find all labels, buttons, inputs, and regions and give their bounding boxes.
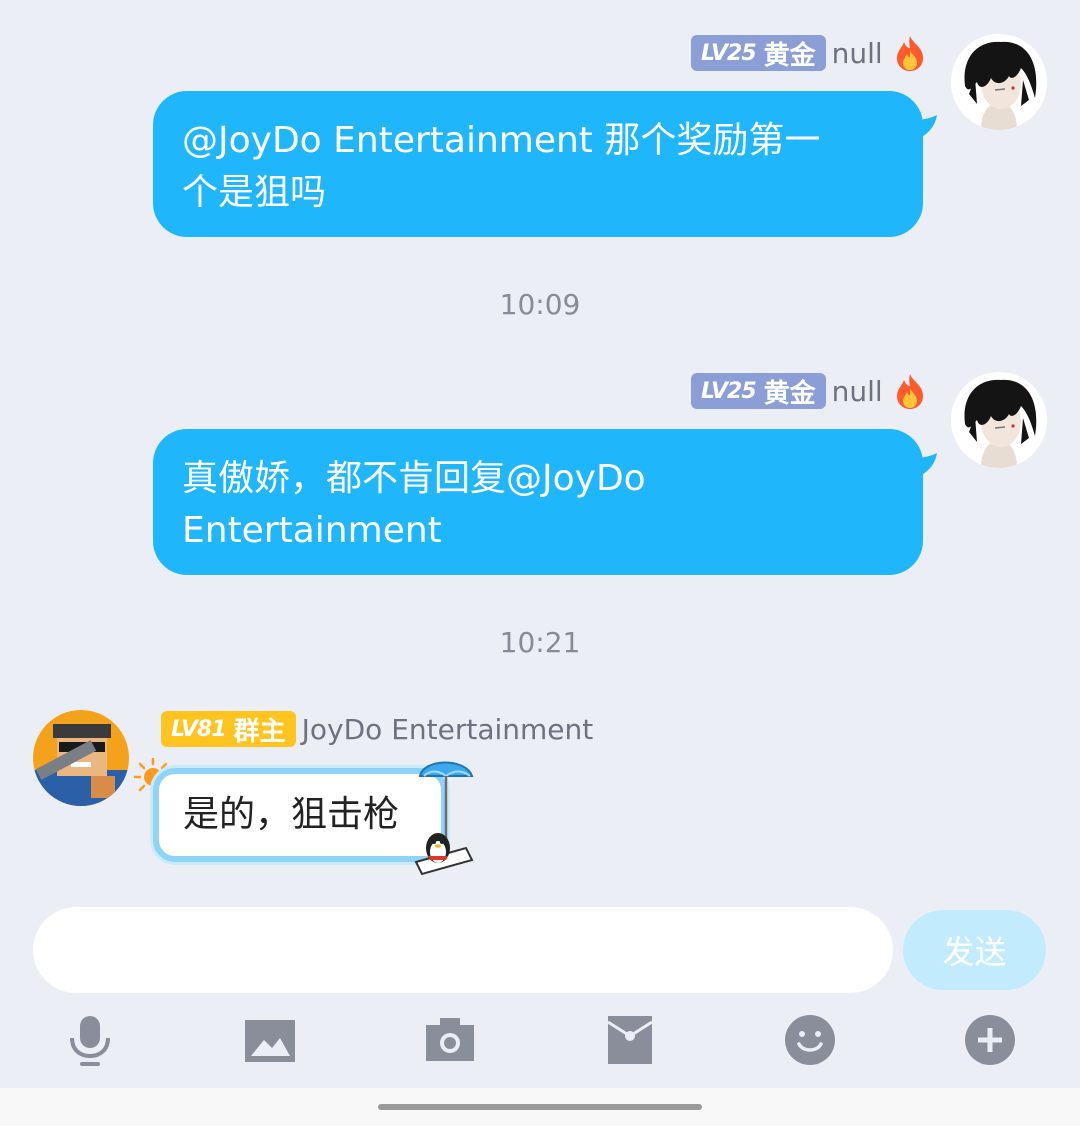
fire-icon <box>896 374 923 409</box>
avatar-anime-icon <box>951 372 1047 468</box>
sender-name[interactable]: null <box>832 375 883 408</box>
red-packet-button[interactable] <box>600 1010 660 1070</box>
fire-icon <box>896 36 923 71</box>
timestamp: 10:09 <box>499 288 581 321</box>
penguin-umbrella-icon <box>414 761 474 876</box>
level-number: LV81 <box>171 716 227 742</box>
level-badge: LV25 黄金 <box>691 373 826 409</box>
avatar[interactable] <box>951 372 1047 468</box>
message-text-line: 个是狙吗 <box>182 172 327 213</box>
voice-button[interactable] <box>60 1010 120 1070</box>
emoji-icon <box>785 1015 835 1065</box>
send-button[interactable]: 发送 <box>903 910 1046 990</box>
message-text-line: @JoyDo Entertainment 那个奖励第一 <box>182 120 821 161</box>
red-packet-icon <box>607 1016 653 1064</box>
level-number: LV25 <box>701 40 757 66</box>
sender-name[interactable]: null <box>832 37 883 70</box>
avatar-anime-icon <box>951 34 1047 130</box>
bubble-tail-icon <box>907 453 937 479</box>
plus-icon <box>965 1015 1015 1065</box>
more-button[interactable] <box>960 1010 1020 1070</box>
chat-screen: LV25 黄金 null @JoyDo Entertainment 那个奖励第一 <box>0 0 1080 1126</box>
sender-meta: LV25 黄金 null <box>691 34 927 72</box>
sender-name[interactable]: JoyDo Entertainment <box>302 713 594 746</box>
system-navigation-bar <box>0 1088 1080 1126</box>
chat-toolbar <box>0 1010 1080 1076</box>
level-title: 黄金 <box>763 40 816 71</box>
emoji-button[interactable] <box>780 1010 840 1070</box>
level-number: LV25 <box>701 378 757 404</box>
level-title: 群主 <box>233 716 286 747</box>
camera-button[interactable] <box>420 1010 480 1070</box>
message-bubble[interactable]: 真傲娇，都不肯回复@JoyDo Entertainment <box>153 429 937 575</box>
level-title: 黄金 <box>763 378 816 409</box>
avatar[interactable] <box>951 34 1047 130</box>
message-bubble[interactable]: @JoyDo Entertainment 那个奖励第一 个是狙吗 <box>153 91 937 237</box>
home-indicator[interactable] <box>378 1104 702 1110</box>
camera-icon <box>426 1018 474 1061</box>
owner-badge: LV81 群主 <box>161 711 296 747</box>
avatar[interactable] <box>33 710 129 806</box>
level-badge: LV25 黄金 <box>691 35 826 71</box>
image-icon <box>245 1020 295 1062</box>
message-text-line: 真傲娇，都不肯回复@JoyDo <box>182 458 646 499</box>
sender-meta: LV25 黄金 null <box>691 372 927 410</box>
image-button[interactable] <box>240 1010 300 1070</box>
avatar-blocky-character-icon <box>33 710 129 806</box>
message-input[interactable] <box>33 907 893 993</box>
timestamp: 10:21 <box>499 626 581 659</box>
message-text-line: Entertainment <box>182 510 442 551</box>
sender-meta: LV81 群主 JoyDo Entertainment <box>161 710 593 748</box>
message-bubble[interactable]: 是的，狙击枪 <box>153 768 447 862</box>
microphone-icon <box>70 1016 110 1066</box>
bubble-tail-icon <box>907 115 937 141</box>
